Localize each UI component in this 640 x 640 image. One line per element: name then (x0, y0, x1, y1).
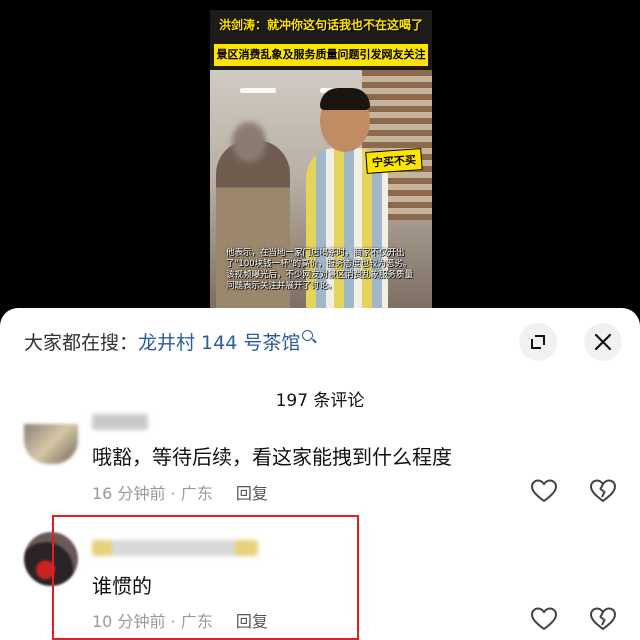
comment-time: 10 分钟前 (92, 612, 166, 631)
comment-time: 16 分钟前 (92, 484, 166, 503)
woman-head-blurred (232, 122, 266, 162)
video-sticker: 宁买不买 (365, 148, 423, 174)
close-button[interactable] (584, 323, 622, 361)
ceiling-lamp (240, 88, 276, 93)
close-icon (594, 333, 612, 351)
comment-count: 197 条评论 (275, 391, 365, 411)
hot-search-prefix: 大家都在搜： (24, 332, 139, 354)
broken-heart-icon[interactable] (589, 606, 617, 632)
comment-text: 谁惯的 (92, 574, 152, 598)
search-icon[interactable] (302, 330, 314, 341)
comment-location: · 广东 (170, 484, 213, 503)
comment-text: 哦豁，等待后续，看这家能拽到什么程度 (92, 445, 452, 469)
comment-meta: 16 分钟前 · 广东 回复 (92, 480, 268, 504)
hot-search-row[interactable]: 大家都在搜：龙井村 144 号茶馆 (24, 328, 314, 355)
username-blurred[interactable] (92, 414, 148, 430)
reply-button[interactable]: 回复 (236, 484, 268, 503)
video-caption: 他表示，在当地一家门店喝茶时，商家不仅开出了"100块钱一杯"的高价，服务态度也… (226, 248, 414, 291)
username-blurred[interactable] (92, 540, 258, 556)
comment-meta: 10 分钟前 · 广东 回复 (92, 608, 268, 632)
broken-heart-icon[interactable] (589, 478, 617, 504)
video-title: 洪剑涛：就冲你这句话我也不在这喝了 (218, 18, 423, 32)
reply-button[interactable]: 回复 (236, 612, 268, 631)
comment-sheet: 大家都在搜：龙井村 144 号茶馆 197 条评论 哦豁，等待后续，看这家能拽到… (0, 308, 640, 640)
expand-button[interactable] (519, 323, 557, 361)
hot-search-link[interactable]: 龙井村 144 号茶馆 (138, 332, 300, 354)
video-frame[interactable]: 洪剑涛：就冲你这句话我也不在这喝了 景区消费乱象及服务质量问题引发网友关注 宁买… (210, 10, 432, 310)
man-hair (320, 88, 370, 110)
avatar[interactable] (24, 532, 78, 586)
expand-icon (531, 335, 545, 349)
heart-icon[interactable] (530, 606, 558, 632)
comment-location: · 广东 (170, 612, 213, 631)
video-player[interactable]: 洪剑涛：就冲你这句话我也不在这喝了 景区消费乱象及服务质量问题引发网友关注 宁买… (0, 0, 640, 310)
video-banner: 景区消费乱象及服务质量问题引发网友关注 (214, 44, 428, 66)
avatar[interactable] (24, 424, 78, 464)
heart-icon[interactable] (530, 478, 558, 504)
